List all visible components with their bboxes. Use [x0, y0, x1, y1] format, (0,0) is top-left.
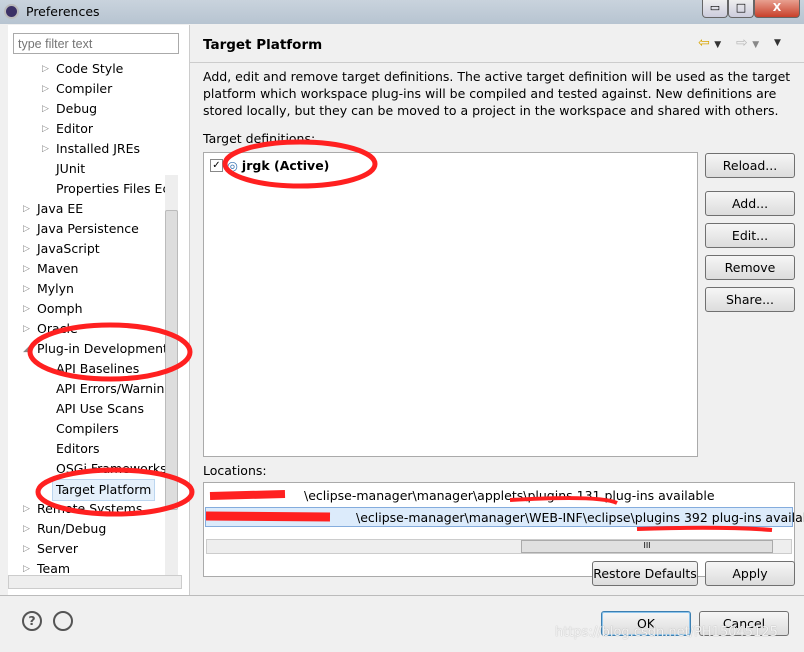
page-title: Target Platform [203, 37, 323, 53]
add-button[interactable]: Add... [705, 191, 795, 216]
target-definition-item[interactable]: ✓ ◎ jrgk (Active) [210, 158, 329, 173]
tree-item-label: API Baselines [56, 361, 140, 376]
header-divider [190, 62, 804, 63]
tree-item-label: JUnit [56, 161, 86, 176]
tree-item-label: JavaScript [37, 241, 100, 256]
record-icon[interactable] [53, 611, 73, 631]
active-checkbox[interactable]: ✓ [210, 159, 223, 172]
tree-item-label: Server [37, 541, 78, 556]
collapsed-arrow-icon[interactable]: ▷ [42, 139, 49, 159]
tree-horizontal-scrollbar[interactable] [8, 575, 182, 589]
tree-item-label: Debug [56, 101, 98, 116]
tree-item-label: API Errors/Warnin [56, 381, 165, 396]
target-definition-label: jrgk (Active) [241, 158, 330, 173]
target-definitions-list[interactable]: ✓ ◎ jrgk (Active) [203, 152, 698, 457]
scroll-thumb[interactable]: III [521, 540, 773, 553]
forward-arrow-icon[interactable]: ⇨ ▼ [736, 35, 759, 51]
expanded-arrow-icon[interactable]: ◢ [23, 339, 30, 359]
collapsed-arrow-icon[interactable]: ▷ [23, 519, 30, 539]
dialog-footer: ? OK Cancel https://blog.csdn.net/PH1504… [0, 595, 804, 652]
tree-item-label: Java EE [37, 201, 84, 216]
collapsed-arrow-icon[interactable]: ▷ [23, 279, 30, 299]
collapsed-arrow-icon[interactable]: ▷ [23, 259, 30, 279]
help-icon[interactable]: ? [22, 611, 42, 631]
reload-button[interactable]: Reload... [705, 153, 795, 178]
collapsed-arrow-icon[interactable]: ▷ [23, 539, 30, 559]
tree-item-label: Installed JREs [56, 141, 141, 156]
collapsed-arrow-icon[interactable]: ▷ [23, 239, 30, 259]
tree-scroll-thumb[interactable] [165, 210, 178, 510]
target-definitions-label: Target definitions: [203, 131, 316, 146]
tree-item-label: Compiler [56, 81, 113, 96]
location-item-selected[interactable]: \eclipse-manager\manager\WEB-INF\eclipse… [205, 507, 804, 527]
location-item[interactable]: \eclipse-manager\manager\applets\plugins… [204, 486, 794, 506]
restore-defaults-button[interactable]: Restore Defaults [592, 561, 698, 586]
tree-item-label: Properties Files Ec [56, 181, 168, 196]
maximize-button[interactable]: □ [728, 0, 754, 18]
eclipse-icon [4, 4, 19, 19]
locations-horizontal-scrollbar[interactable]: III [206, 539, 792, 554]
collapsed-arrow-icon[interactable]: ▷ [42, 59, 49, 79]
collapsed-arrow-icon[interactable]: ▷ [23, 199, 30, 219]
back-arrow-icon[interactable]: ⇦ ▼ [698, 35, 721, 51]
tree-item-label: Code Style [56, 61, 124, 76]
tree-item-label: Run/Debug [37, 521, 107, 536]
edit-button[interactable]: Edit... [705, 223, 795, 248]
tree-item-label: Remote Systems [37, 501, 143, 516]
tree-item-label: Mylyn [37, 281, 74, 296]
collapsed-arrow-icon[interactable]: ▷ [42, 79, 49, 99]
tree-item-label: Editor [56, 121, 93, 136]
tree-item-label: OSGi Frameworks [56, 461, 167, 476]
close-button[interactable]: X [754, 0, 800, 18]
tree-item-label: Oomph [37, 301, 83, 316]
page-description: Add, edit and remove target definitions.… [203, 69, 791, 118]
preferences-tree-panel: ▷ Code Style ▷ Compiler ▷ Debug ▷ Editor ▷ Instal… [8, 25, 190, 595]
collapsed-arrow-icon[interactable]: ▷ [42, 119, 49, 139]
target-platform-page: Target Platform ⇦ ▼ ⇨ ▼ ▼ Add, edit and … [190, 25, 804, 595]
apply-button[interactable]: Apply [705, 561, 795, 586]
tree-item-label: Maven [37, 261, 79, 276]
watermark: https://blog.csdn.net/PH15045125 [555, 625, 778, 640]
tree-item-label: Oracle [37, 321, 78, 336]
target-icon: ◎ [227, 158, 238, 173]
remove-button[interactable]: Remove [705, 255, 795, 280]
collapsed-arrow-icon[interactable]: ▷ [23, 319, 30, 339]
collapsed-arrow-icon[interactable]: ▷ [23, 219, 30, 239]
collapsed-arrow-icon[interactable]: ▷ [23, 499, 30, 519]
tree-item-label: API Use Scans [56, 401, 144, 416]
collapsed-arrow-icon[interactable]: ▷ [42, 99, 49, 119]
share-button[interactable]: Share... [705, 287, 795, 312]
tree-item-label: Plug-in Development [37, 341, 168, 356]
preferences-tree: ▷ Code Style ▷ Compiler ▷ Debug ▷ Editor ▷ Instal… [8, 59, 168, 584]
tree-item-label: Target Platform [52, 479, 156, 501]
filter-input[interactable] [13, 33, 179, 54]
minimize-button[interactable]: ▭ [702, 0, 728, 18]
locations-label: Locations: [203, 463, 267, 478]
collapsed-arrow-icon[interactable]: ▷ [23, 299, 30, 319]
view-menu-icon[interactable]: ▼ [774, 38, 781, 48]
tree-item-label: Compilers [56, 421, 119, 436]
title-bar: Preferences ▭ □ X [0, 0, 804, 24]
window-title: Preferences [26, 4, 100, 19]
tree-item-label: Editors [56, 441, 100, 456]
tree-item-label: Java Persistence [37, 221, 139, 236]
